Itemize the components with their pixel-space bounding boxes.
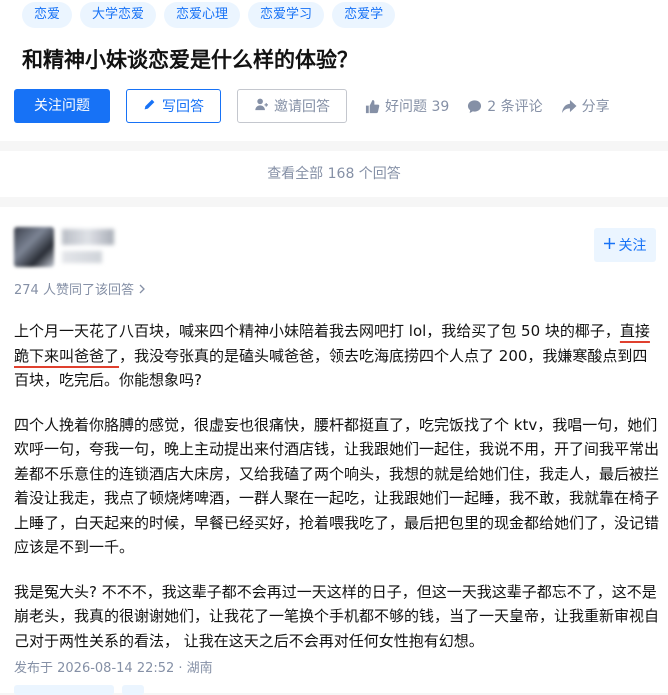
- paragraph: 四个人挽着你胳膊的感觉，很虚妄也很痛快，腰杆都挺直了，吃完饭找了个 ktv，我唱…: [14, 415, 660, 557]
- paragraph: 我是冤大头? 不不不，我这辈子都不会再过一天这样的日子，但这一天我这辈子都忘不了…: [14, 582, 660, 650]
- voters-count[interactable]: 274 人赞同了该回答: [14, 279, 146, 298]
- person-icon: [254, 97, 268, 115]
- write-answer-label: 写回答: [162, 99, 204, 115]
- topic-tag[interactable]: 恋爱学: [332, 2, 396, 28]
- topic-tag[interactable]: 恋爱: [22, 2, 73, 28]
- topic-tag[interactable]: 恋爱心理: [164, 2, 241, 28]
- answer-content: 上个月一天花了八百块，喊来四个精神小妹陪着我去网吧打 lol，我给买了包 50 …: [14, 319, 662, 673]
- pen-icon: [143, 98, 156, 115]
- follow-question-button[interactable]: 关注问题: [14, 89, 110, 123]
- answer-card: 关注 274 人赞同了该回答 上个月一天花了八百块，喊来四个精神小妹陪着我去网吧…: [0, 207, 668, 695]
- good-question-label: 好问题 39: [385, 99, 450, 115]
- author-name-blurred[interactable]: [62, 229, 114, 245]
- question-header: 恋爱 大学恋爱 恋爱心理 恋爱学习 恋爱学 和精神小妹谈恋爱是什么样的体验？ 关…: [0, 0, 668, 141]
- avatar[interactable]: [14, 227, 54, 267]
- good-question-button[interactable]: 好问题 39: [365, 96, 449, 116]
- paragraph: 上个月一天花了八百块，喊来四个精神小妹陪着我去网吧打 lol，我给买了包 50 …: [14, 319, 662, 393]
- chevron-right-icon: [138, 283, 146, 298]
- plus-icon: [603, 237, 615, 253]
- view-all-answers-link[interactable]: 查看全部 168 个回答: [0, 151, 668, 197]
- vote-button-partial[interactable]: [14, 685, 114, 695]
- invite-answer-label: 邀请回答: [274, 99, 330, 115]
- author-description-blurred: [62, 251, 102, 263]
- vote-down-button-partial[interactable]: [122, 685, 144, 695]
- question-title[interactable]: 和精神小妹谈恋爱是什么样的体验？: [22, 44, 358, 74]
- thumbs-up-icon: [365, 99, 380, 114]
- topic-tag[interactable]: 大学恋爱: [80, 2, 157, 28]
- follow-author-label: 关注: [618, 238, 647, 254]
- comments-button[interactable]: 2 条评论: [467, 96, 543, 116]
- voters-label: 274 人赞同了该回答: [14, 283, 134, 298]
- publish-time[interactable]: 发布于 2026-08-14 22:52 · 湖南: [14, 657, 213, 676]
- comments-label: 2 条评论: [487, 99, 543, 115]
- topic-list: 恋爱 大学恋爱 恋爱心理 恋爱学习 恋爱学: [22, 2, 396, 28]
- question-actions: 关注问题 写回答 邀请回答 好问题 39 2 条评论 分享: [14, 89, 610, 123]
- share-button[interactable]: 分享: [561, 96, 610, 116]
- follow-author-button[interactable]: 关注: [594, 228, 656, 262]
- topic-tag[interactable]: 恋爱学习: [248, 2, 325, 28]
- invite-answer-button[interactable]: 邀请回答: [237, 89, 347, 123]
- share-label: 分享: [581, 99, 610, 115]
- paragraph-text: 上个月一天花了八百块，喊来四个精神小妹陪着我去网吧打 lol，我给买了包 50 …: [14, 322, 620, 340]
- write-answer-button[interactable]: 写回答: [126, 89, 221, 123]
- share-icon: [561, 99, 577, 114]
- comment-icon: [467, 99, 482, 114]
